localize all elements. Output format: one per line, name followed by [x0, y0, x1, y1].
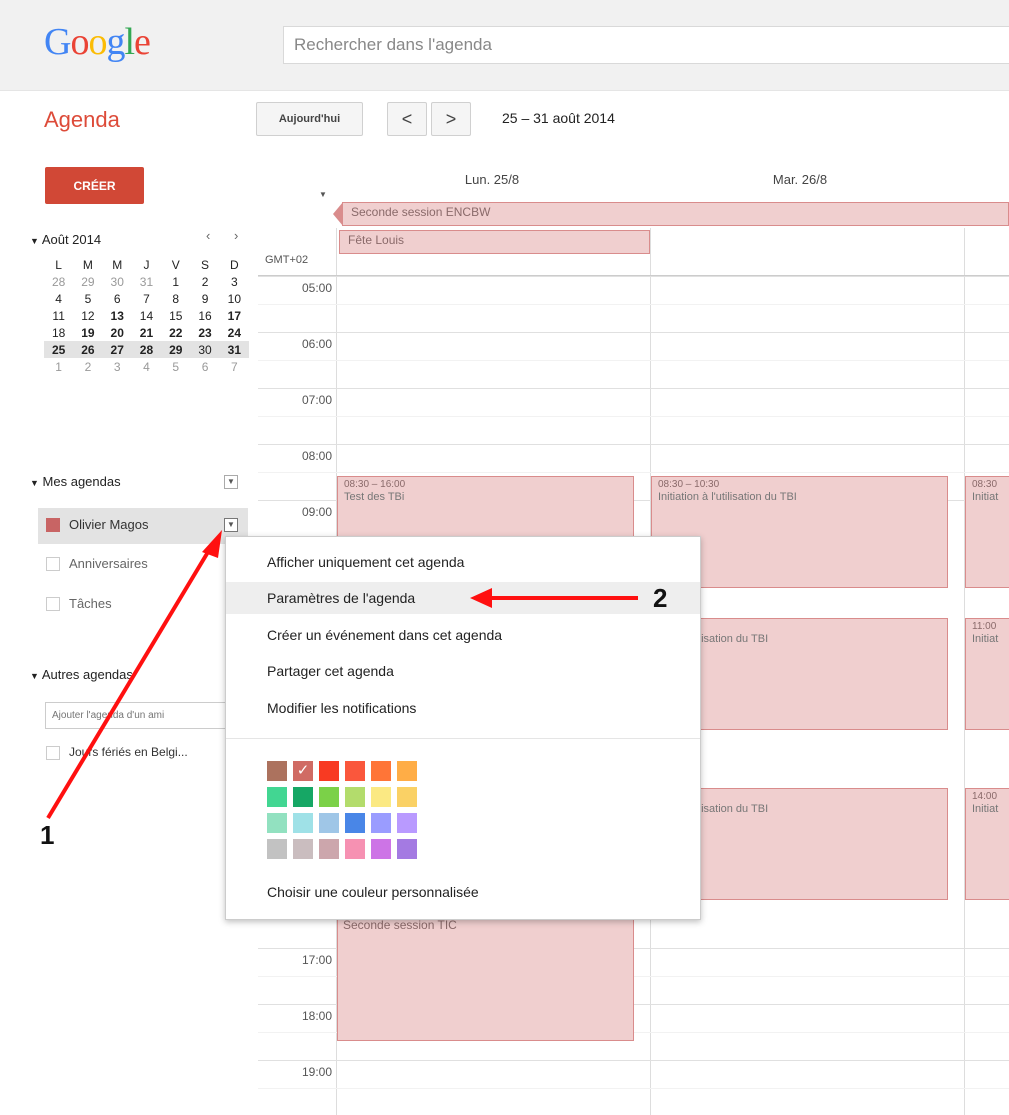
annotation-arrow-1	[46, 545, 213, 820]
annotation-arrows	[46, 530, 638, 820]
annotation-number: 2	[653, 583, 668, 613]
annotation-number: 1	[40, 820, 55, 850]
arrow-head-icon	[470, 588, 492, 608]
